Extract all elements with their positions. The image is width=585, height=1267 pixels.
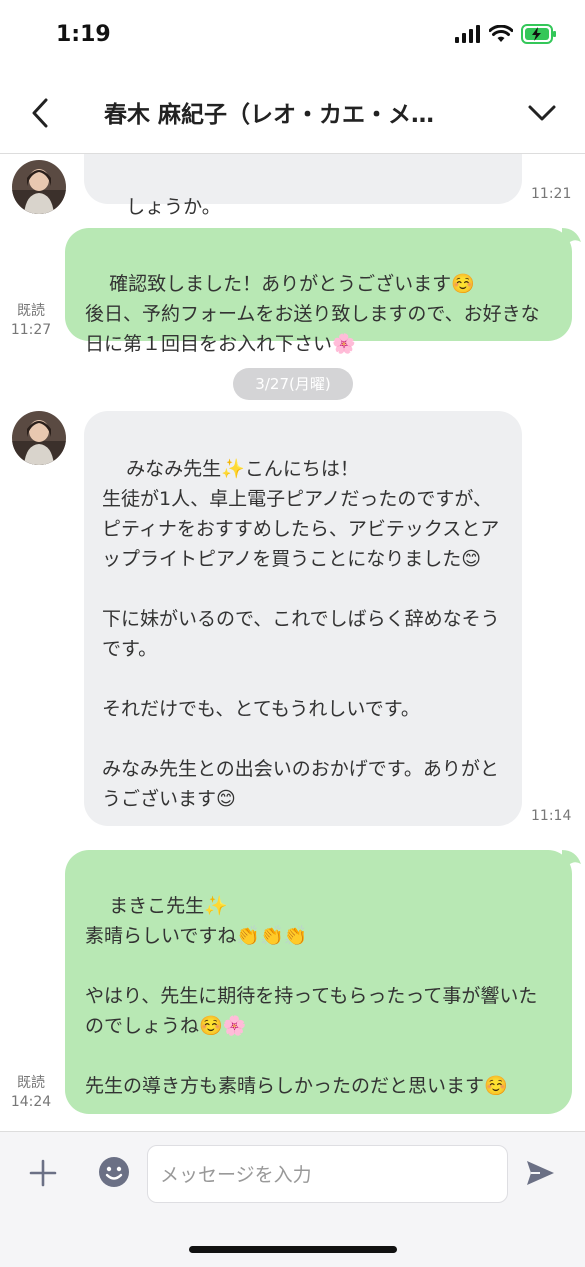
message-text: 確認致しました！ありがとうございます☺️ 後日、予約フォームをお送り致しますので…: [85, 273, 540, 355]
bubble-tail: [562, 228, 581, 250]
message-time: 11:27: [10, 322, 52, 338]
add-button[interactable]: [28, 1158, 58, 1188]
date-separator: 3/27(月曜): [233, 368, 353, 400]
message-text: しょうか。: [126, 196, 221, 218]
signal-icon: [455, 25, 480, 43]
chat-header: 春木 麻紀子（レオ・カエ・メ…: [0, 75, 585, 154]
read-receipt: 既読 11:27: [8, 302, 54, 340]
battery-icon: [521, 24, 556, 44]
message-bubble[interactable]: みなみ先生✨こんにちは！ 生徒が1人、卓上電子ピアノだったのですが、ピティナをお…: [84, 411, 522, 826]
message-bubble[interactable]: 確認致しました！ありがとうございます☺️ 後日、予約フォームをお送り致しますので…: [65, 228, 572, 355]
status-time: 1:19: [56, 22, 111, 47]
send-icon: [527, 1161, 554, 1185]
message-text: まきこ先生✨ 素晴らしいですね👏👏👏 やはり、先生に期待を持ってもらったって事が…: [85, 895, 538, 1097]
message-time: 14:24: [10, 1094, 52, 1110]
home-indicator: [189, 1246, 397, 1253]
wifi-icon: [489, 25, 513, 42]
bubble-tail: [562, 850, 581, 872]
emoji-button[interactable]: [98, 1156, 130, 1188]
read-label: 既読: [17, 1075, 45, 1091]
avatar[interactable]: [12, 160, 66, 214]
read-label: 既読: [17, 303, 45, 319]
back-button[interactable]: [26, 95, 56, 131]
avatar[interactable]: [12, 411, 66, 465]
chat-area[interactable]: しょうか。 11:21 既読 11:27 確認致しました！ありがとうございます☺…: [0, 154, 585, 1131]
chevron-left-icon: [32, 98, 48, 128]
menu-button[interactable]: [525, 97, 559, 129]
chat-title[interactable]: 春木 麻紀子（レオ・カエ・メ…: [104, 95, 484, 131]
status-icons: [455, 24, 557, 44]
send-button[interactable]: [524, 1157, 556, 1189]
message-time: 11:21: [531, 186, 572, 202]
message-bubble[interactable]: しょうか。: [84, 154, 522, 218]
emoji-icon: [99, 1157, 129, 1187]
message-bubble[interactable]: まきこ先生✨ 素晴らしいですね👏👏👏 やはり、先生に期待を持ってもらったって事が…: [65, 850, 572, 1114]
status-bar: 1:19: [0, 0, 585, 75]
message-time: 11:14: [531, 808, 572, 824]
plus-icon: [29, 1159, 57, 1187]
read-receipt: 既読 14:24: [8, 1074, 54, 1112]
chevron-down-icon: [528, 105, 556, 121]
message-input[interactable]: メッセージを入力: [147, 1145, 508, 1203]
message-text: みなみ先生✨こんにちは！ 生徒が1人、卓上電子ピアノだったのですが、ピティナをお…: [102, 458, 500, 810]
